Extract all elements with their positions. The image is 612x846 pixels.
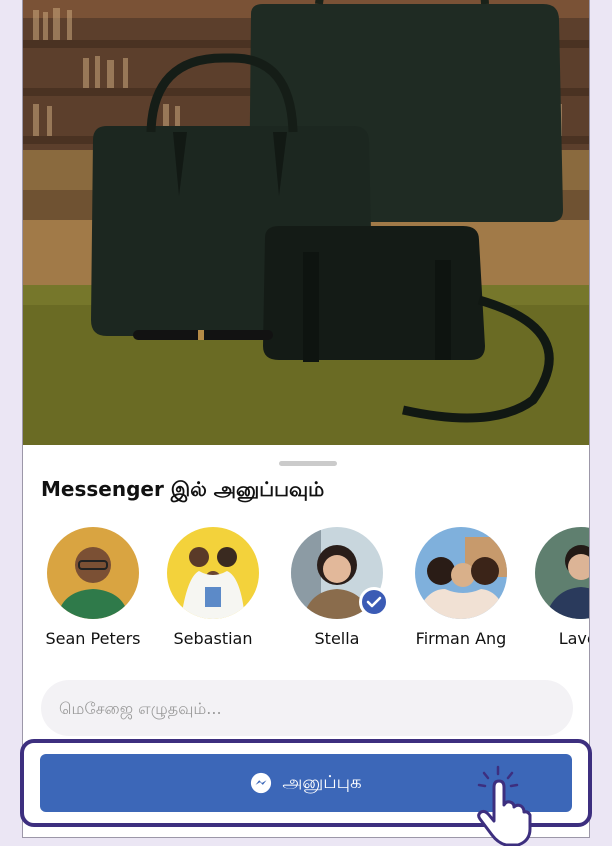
sheet-title: Messenger இல் அனுப்பவும் bbox=[41, 477, 325, 501]
message-input[interactable] bbox=[41, 680, 573, 736]
contact-name: Stella bbox=[314, 629, 360, 648]
contact-name: Sean Peters bbox=[45, 629, 141, 648]
avatar bbox=[47, 527, 139, 619]
contact-list: Sean Peters Sebastian Stella Firman Ang … bbox=[23, 527, 589, 657]
contact-firman-ang[interactable]: Firman Ang bbox=[399, 527, 523, 657]
avatar bbox=[535, 527, 589, 619]
send-button-label: அனுப்புக bbox=[282, 771, 362, 793]
contact-laver[interactable]: Laver bbox=[519, 527, 589, 657]
contact-stella[interactable]: Stella bbox=[275, 527, 399, 657]
product-photo bbox=[23, 0, 589, 445]
selected-check-icon bbox=[359, 587, 389, 617]
contact-name: Firman Ang bbox=[415, 629, 507, 648]
contact-sebastian[interactable]: Sebastian bbox=[151, 527, 275, 657]
avatar bbox=[415, 527, 507, 619]
contact-name: Laver bbox=[558, 629, 589, 648]
contact-sean-peters[interactable]: Sean Peters bbox=[31, 527, 155, 657]
messenger-icon bbox=[251, 772, 272, 794]
tap-hand-icon bbox=[477, 765, 532, 846]
phone-screen: Messenger இல் அனுப்பவும் Sean Peters Seb… bbox=[22, 0, 590, 838]
avatar bbox=[167, 527, 259, 619]
contact-name: Sebastian bbox=[173, 629, 253, 648]
drag-handle[interactable] bbox=[279, 461, 337, 466]
